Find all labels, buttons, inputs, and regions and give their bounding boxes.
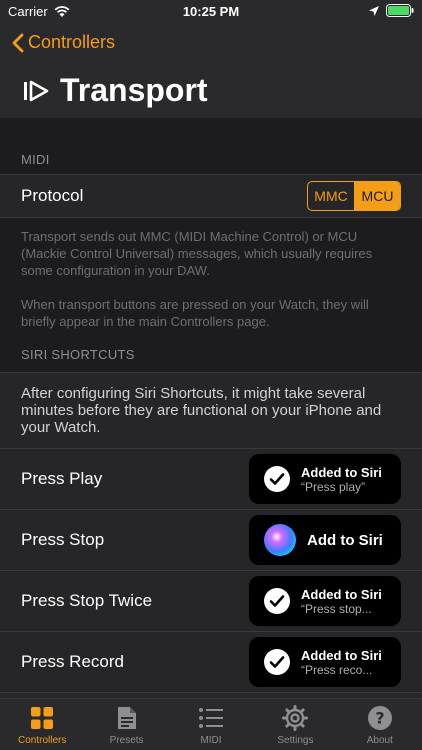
grid-icon (29, 705, 55, 731)
tab-midi[interactable]: MIDI (169, 699, 253, 750)
checkmark-icon (264, 649, 290, 675)
added-to-siri-button[interactable]: Added to Siri “Press reco... (249, 637, 401, 687)
segment-mmc[interactable]: MMC (308, 182, 354, 210)
status-bar: Carrier 10:25 PM (0, 0, 422, 24)
back-button[interactable]: Controllers (12, 32, 115, 53)
added-to-siri-button[interactable]: Added to Siri “Press play” (249, 454, 401, 504)
protocol-row: Protocol MMC MCU (0, 174, 422, 218)
siri-button-phrase: “Press reco... (301, 662, 373, 677)
siri-button-title: Added to Siri (301, 586, 382, 602)
title-row: Transport (22, 72, 208, 109)
tab-settings[interactable]: Settings (253, 699, 337, 750)
play-pause-icon (24, 80, 49, 101)
siri-button-phrase: “Press play” (301, 479, 366, 494)
shortcut-row-press-stop-twice: Press Stop Twice Added to Siri “Press st… (0, 570, 422, 631)
siri-section-header: SIRI SHORTCUTS (21, 347, 135, 362)
shortcut-label: Press Stop Twice (21, 591, 153, 610)
chevron-left-icon (12, 33, 24, 52)
svg-text:?: ? (375, 709, 384, 728)
page-title: Transport (60, 72, 208, 108)
protocol-label: Protocol (21, 186, 84, 205)
siri-button-phrase: “Press stop... (301, 601, 372, 616)
tab-label: Presets (109, 735, 144, 746)
list-icon (198, 705, 224, 731)
navigation-bar: Controllers Transport (0, 24, 422, 118)
tab-label: MIDI (200, 735, 222, 746)
tab-about[interactable]: ? About (338, 699, 422, 750)
midi-section-footer: Transport sends out MMC (MIDI Machine Co… (0, 218, 422, 330)
status-right (368, 4, 414, 17)
add-to-siri-button[interactable]: Add to Siri (249, 515, 401, 565)
tab-bar: Controllers Presets MIDI Settings ? Abou… (0, 698, 422, 750)
tab-presets[interactable]: Presets (84, 699, 168, 750)
tab-label: Controllers (18, 735, 67, 746)
settings-list[interactable]: MIDI Protocol MMC MCU Transport sends ou… (0, 118, 422, 698)
midi-footer-paragraph: When transport buttons are pressed on yo… (21, 297, 369, 329)
shortcut-label: Press Play (21, 469, 103, 488)
siri-orb-icon (264, 524, 296, 556)
checkmark-icon (264, 588, 290, 614)
document-icon (114, 705, 140, 731)
tab-controllers[interactable]: Controllers (0, 699, 84, 750)
checkmark-icon (264, 466, 290, 492)
added-to-siri-button[interactable]: Added to Siri “Press stop... (249, 576, 401, 626)
location-icon (369, 5, 379, 16)
siri-button-title: Add to Siri (307, 531, 383, 549)
shortcut-label: Press Stop (21, 530, 105, 549)
segment-mcu[interactable]: MCU (354, 182, 400, 210)
shortcut-row-press-record: Press Record Added to Siri “Press reco..… (0, 631, 422, 692)
tab-label: Settings (277, 735, 314, 746)
tab-label: About (366, 735, 393, 746)
midi-footer-paragraph: Transport sends out MMC (MIDI Machine Co… (21, 229, 373, 278)
status-time: 10:25 PM (182, 4, 240, 19)
shortcut-label: Press Record (21, 652, 124, 671)
siri-button-title: Added to Siri (301, 464, 382, 480)
siri-note: After configuring Siri Shortcuts, it mig… (0, 372, 422, 448)
battery-icon (386, 4, 414, 17)
shortcut-row-press-play: Press Play Added to Siri “Press play” (0, 448, 422, 509)
midi-section-header: MIDI (21, 152, 50, 167)
gear-icon (282, 705, 309, 731)
back-label: Controllers (28, 32, 116, 52)
shortcut-row-press-stop: Press Stop Add to Siri (0, 509, 422, 570)
question-icon: ? (367, 705, 393, 731)
protocol-segmented-control[interactable]: MMC MCU (307, 181, 401, 211)
siri-button-title: Added to Siri (301, 647, 382, 663)
